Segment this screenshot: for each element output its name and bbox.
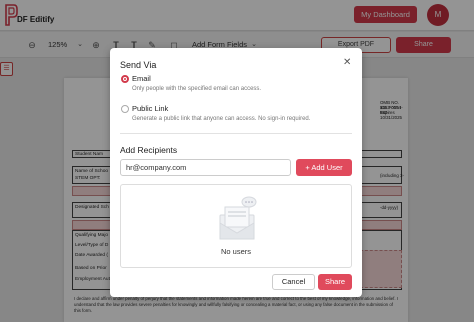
option-email-description: Only people with the specified email can… bbox=[132, 86, 262, 92]
recipients-list: No users bbox=[120, 184, 352, 268]
radio-public-link[interactable] bbox=[121, 105, 129, 113]
add-recipients-title: Add Recipients bbox=[120, 145, 178, 155]
close-icon[interactable]: ✕ bbox=[343, 57, 351, 68]
option-public-link-description: Generate a public link that anyone can a… bbox=[132, 116, 311, 122]
share-button[interactable]: Share bbox=[318, 274, 352, 290]
modal-title: Send Via bbox=[120, 60, 157, 70]
users-icon bbox=[219, 196, 257, 240]
option-public-link-label[interactable]: Public Link bbox=[132, 104, 168, 113]
divider bbox=[120, 133, 352, 134]
add-user-button[interactable]: + Add User bbox=[296, 159, 352, 176]
send-via-modal: Send Via ✕ Email Only people with the sp… bbox=[110, 48, 362, 297]
radio-email[interactable] bbox=[121, 75, 129, 83]
email-input[interactable] bbox=[120, 159, 291, 176]
cancel-button[interactable]: Cancel bbox=[272, 274, 315, 290]
option-email-label[interactable]: Email bbox=[132, 74, 151, 83]
empty-state-label: No users bbox=[220, 247, 251, 256]
